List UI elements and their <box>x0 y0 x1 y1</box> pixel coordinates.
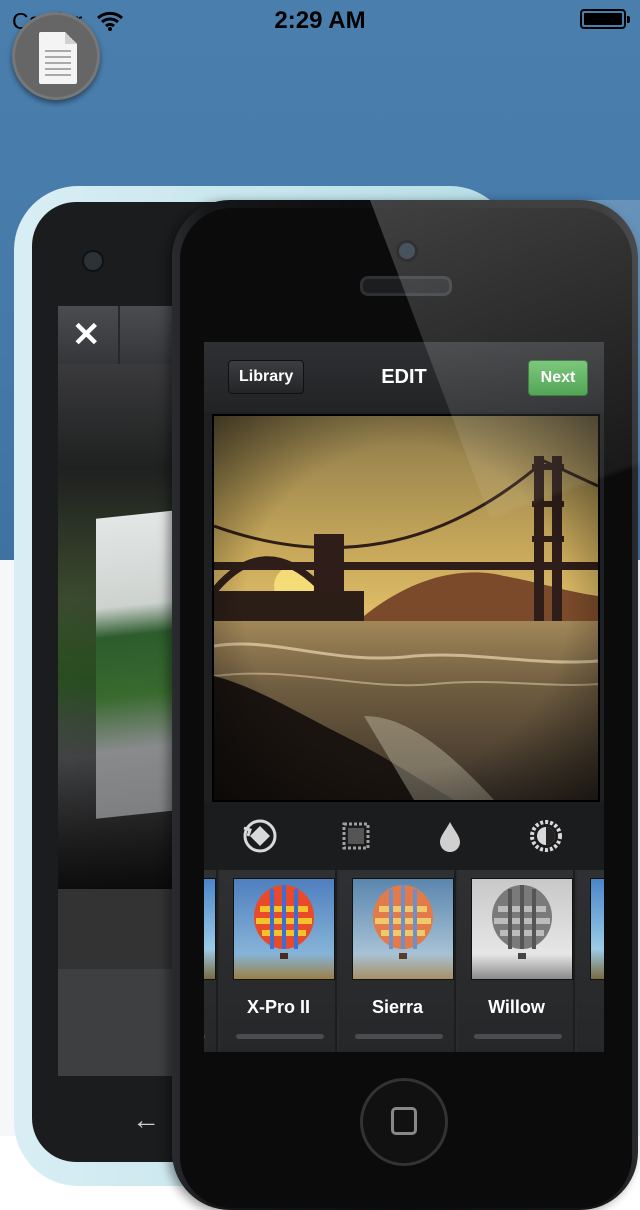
filter-thumb <box>352 878 454 980</box>
filter-label: Sierra <box>371 997 424 1017</box>
filter-partial-left[interactable] <box>204 870 218 1052</box>
battery-icon <box>580 9 630 29</box>
home-square-icon <box>391 1107 417 1135</box>
edit-screen: Library EDIT Next X-Pro II Sierra Willow <box>204 342 604 1052</box>
filter-xpro2[interactable]: X-Pro II <box>220 870 337 1052</box>
toolbar-divider <box>118 306 120 364</box>
balloon-icon <box>373 885 433 959</box>
doc-line <box>45 62 71 64</box>
front-camera <box>396 240 418 262</box>
status-time: 2:29 AM <box>274 7 366 34</box>
filter-sierra[interactable]: Sierra <box>339 870 456 1052</box>
bridge-photo <box>214 416 598 800</box>
nav-bar: Library EDIT Next <box>204 342 604 412</box>
brightness-icon[interactable] <box>526 816 566 856</box>
filter-bar <box>204 1034 205 1039</box>
filter-bar <box>355 1034 443 1039</box>
lux-drop-icon[interactable] <box>430 816 470 856</box>
border-frame-icon[interactable] <box>336 816 376 856</box>
doc-line <box>45 74 71 76</box>
doc-line <box>45 68 71 70</box>
doc-line <box>45 50 71 52</box>
filters-row: X-Pro II Sierra Willow <box>204 870 604 1052</box>
filter-label: Willow <box>488 997 545 1017</box>
front-speaker <box>360 276 452 296</box>
balloon-icon <box>492 885 552 959</box>
back-phone-camera <box>82 250 104 272</box>
filter-thumb <box>233 878 335 980</box>
tools-bar <box>204 802 604 874</box>
filter-thumb <box>471 878 573 980</box>
filter-thumb <box>590 878 604 980</box>
doc-line <box>45 56 71 58</box>
balloon-icon <box>254 885 314 959</box>
home-button[interactable] <box>360 1078 448 1166</box>
filter-partial-right[interactable] <box>577 870 604 1052</box>
document-icon <box>39 32 77 84</box>
rotate-icon[interactable] <box>240 816 280 856</box>
status-bar: Carrier 2:29 AM <box>0 0 640 40</box>
filter-bar <box>236 1034 324 1039</box>
document-button[interactable] <box>12 12 100 100</box>
back-arrow-icon: ← <box>132 1104 160 1135</box>
filter-bar <box>474 1034 562 1039</box>
filter-thumb <box>204 878 216 980</box>
filter-label: X-Pro II <box>246 997 310 1017</box>
photo-preview <box>212 414 600 802</box>
next-button[interactable]: Next <box>528 360 588 396</box>
close-icon[interactable]: ✕ <box>72 316 101 354</box>
filter-willow[interactable]: Willow <box>458 870 575 1052</box>
